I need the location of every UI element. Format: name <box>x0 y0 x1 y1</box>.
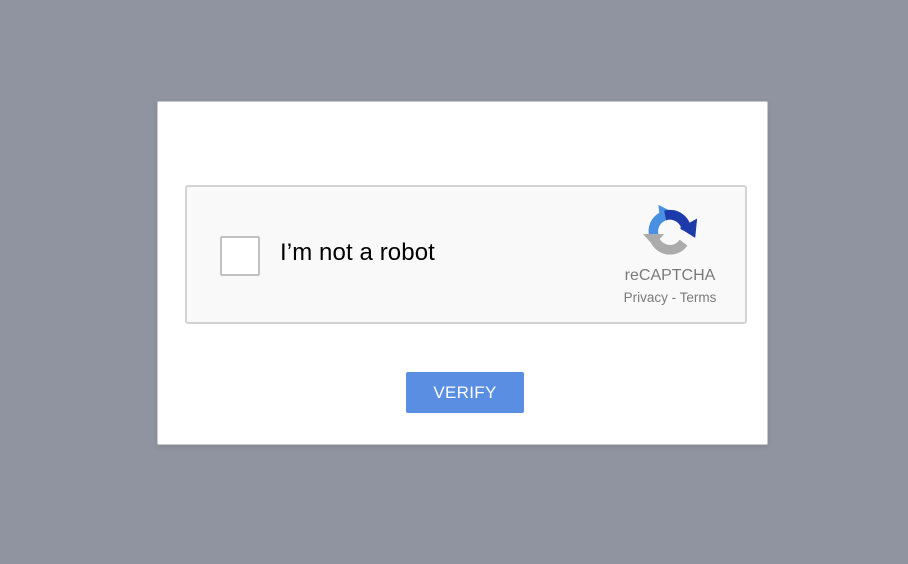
recaptcha-logo-icon <box>642 204 698 255</box>
privacy-link[interactable]: Privacy <box>624 290 668 305</box>
link-separator: - <box>667 290 680 305</box>
terms-link[interactable]: Terms <box>680 290 717 305</box>
recaptcha-widget: I’m not a robot reCAPTCHA Privacy - Term… <box>185 185 747 324</box>
recaptcha-links: Privacy - Terms <box>605 290 735 305</box>
not-robot-checkbox[interactable] <box>220 236 260 276</box>
recaptcha-branding: reCAPTCHA Privacy - Terms <box>605 201 735 305</box>
recaptcha-brand-name: reCAPTCHA <box>624 267 716 284</box>
captcha-dialog: I’m not a robot reCAPTCHA Privacy - Term… <box>157 101 768 445</box>
checkbox-label: I’m not a robot <box>280 239 435 266</box>
verify-button[interactable]: VERIFY <box>406 372 524 413</box>
